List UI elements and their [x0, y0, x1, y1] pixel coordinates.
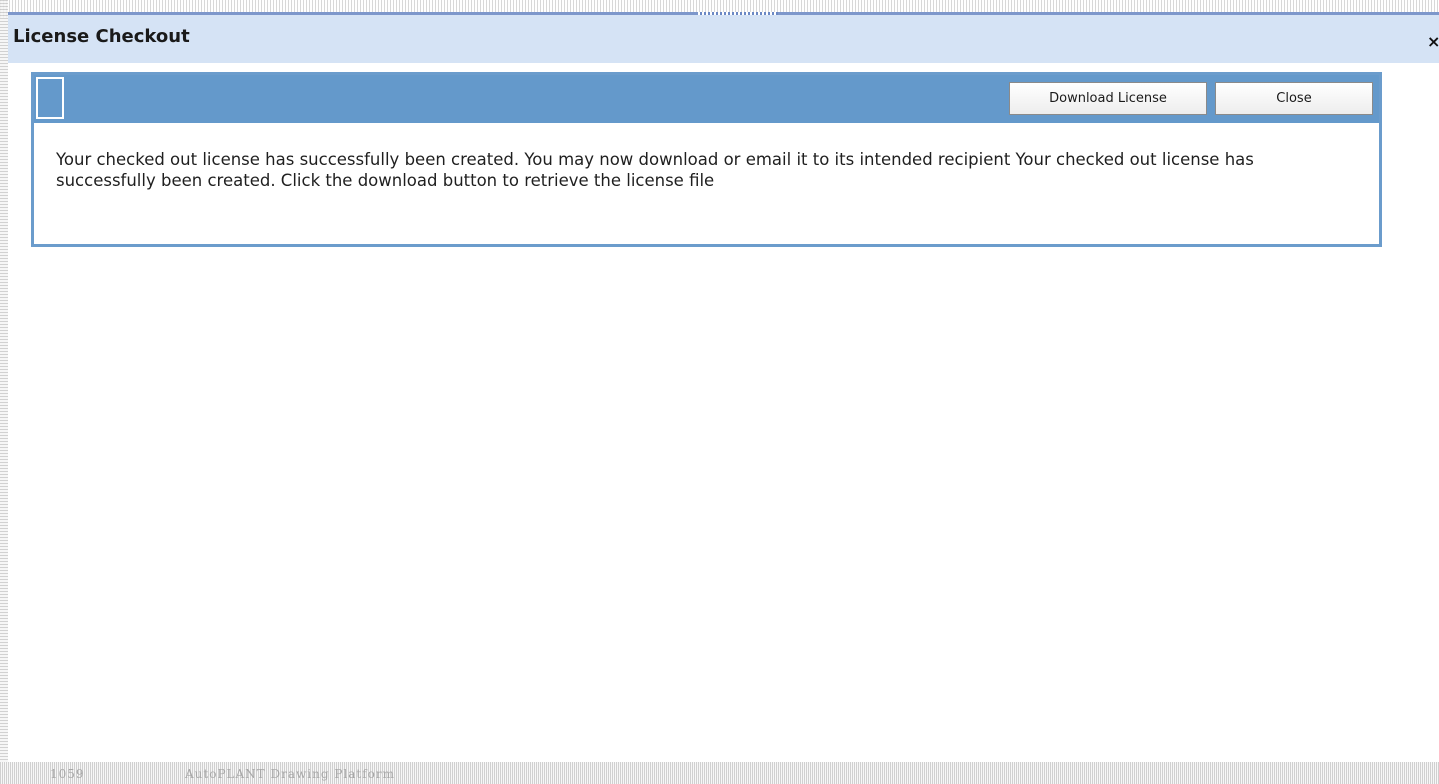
download-license-button[interactable]: Download License — [1009, 82, 1207, 115]
close-button[interactable]: Close — [1215, 82, 1373, 115]
panel-tab[interactable] — [36, 77, 64, 119]
close-icon[interactable]: × — [1427, 32, 1439, 52]
license-checkout-dialog: License Checkout × Download License Clos… — [8, 12, 1439, 762]
background-table-row: 1059 AutoPLANT Drawing Platform — [0, 762, 1439, 784]
success-message: Your checked out license has successfull… — [56, 150, 1254, 190]
panel-toolbar: Download License Close — [34, 75, 1379, 123]
content-panel: Download License Close Your checked out … — [31, 72, 1382, 247]
background-page-left — [0, 0, 8, 784]
dialog-title-bar[interactable]: License Checkout × — [8, 15, 1439, 63]
background-row-name: AutoPLANT Drawing Platform — [185, 767, 395, 781]
background-row-id: 1059 — [50, 767, 85, 781]
dialog-title: License Checkout — [13, 26, 190, 47]
